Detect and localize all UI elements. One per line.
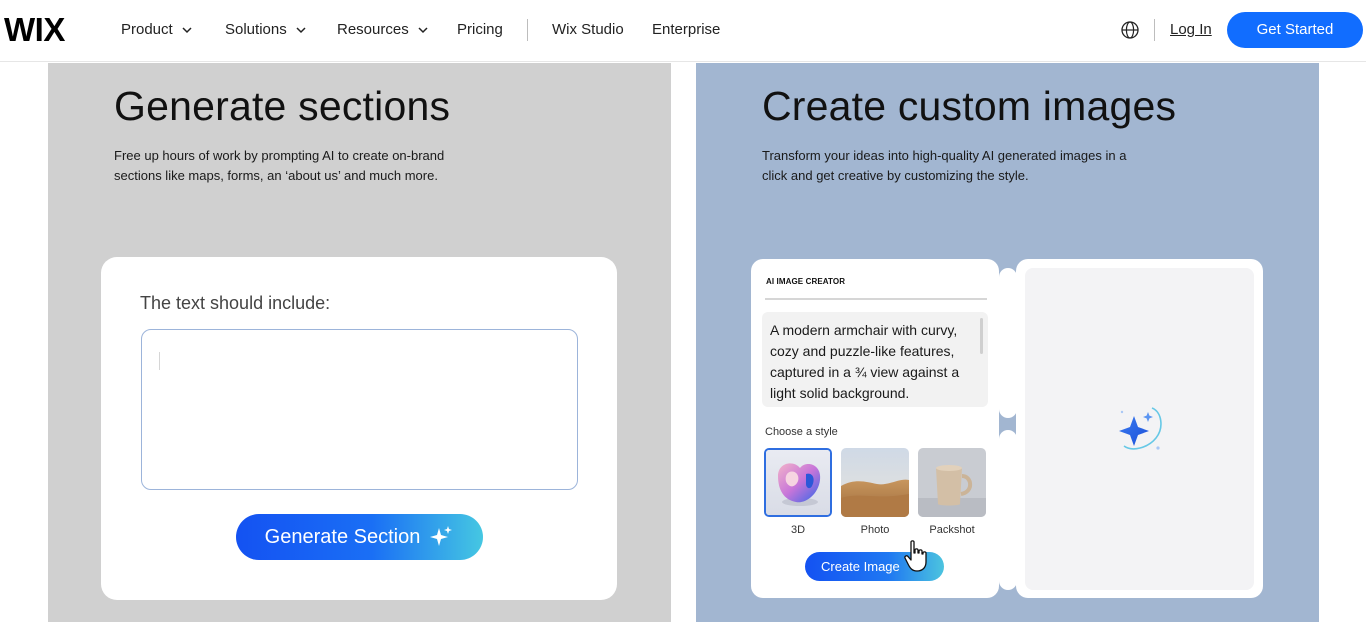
hand-cursor-icon	[904, 540, 927, 572]
nav-divider	[1154, 19, 1155, 41]
style-caption-packshot: Packshot	[929, 524, 975, 536]
nav-item-label: Resources	[337, 21, 409, 38]
photo-thumbnail-image	[841, 448, 909, 517]
generate-sections-description: Free up hours of work by prompting AI to…	[114, 148, 445, 183]
chevron-down-icon	[296, 27, 306, 34]
nav-divider	[527, 19, 528, 41]
nav-item-product[interactable]: Product	[121, 20, 193, 40]
style-option-3d[interactable]	[764, 448, 832, 517]
3d-thumbnail-image	[766, 450, 830, 515]
style-option-packshot[interactable]	[918, 448, 986, 517]
card-connector	[999, 268, 1017, 418]
ai-image-creator-title: AI IMAGE CREATOR	[766, 277, 846, 286]
nav-item-solutions[interactable]: Solutions	[225, 20, 307, 40]
chevron-down-icon	[182, 27, 192, 34]
wix-logo[interactable]: WIX	[4, 13, 65, 47]
style-caption-3d: 3D	[790, 524, 806, 536]
choose-style-label: Choose a style	[765, 426, 838, 438]
text-caret	[159, 352, 160, 370]
nav-item-pricing[interactable]: Pricing	[457, 20, 503, 40]
packshot-thumbnail-image	[918, 448, 986, 517]
create-images-description: Transform your ideas into high-quality A…	[762, 148, 1127, 183]
nav-item-resources[interactable]: Resources	[337, 20, 429, 40]
nav-item-wix-studio[interactable]: Wix Studio	[552, 20, 624, 40]
nav-item-label: Wix Studio	[552, 21, 624, 38]
nav-item-label: Solutions	[225, 21, 287, 38]
text-include-label: The text should include:	[140, 293, 331, 313]
style-caption-photo: Photo	[860, 524, 890, 536]
divider	[765, 298, 987, 300]
generate-section-label: Generate Section	[264, 525, 421, 548]
sparkle-icon	[430, 526, 453, 546]
card-connector	[999, 430, 1017, 590]
nav-item-enterprise[interactable]: Enterprise	[652, 20, 720, 40]
login-link[interactable]: Log In	[1170, 20, 1212, 40]
get-started-button[interactable]: Get Started	[1227, 12, 1363, 48]
ai-sparkle-icon	[1119, 407, 1162, 450]
chevron-down-icon	[418, 27, 428, 34]
nav-item-label: Enterprise	[652, 21, 721, 38]
top-navigation: WIX Product Solutions Resources Pricing …	[0, 0, 1366, 62]
nav-item-label: Product	[121, 21, 173, 38]
prompt-scrollbar[interactable]	[980, 318, 983, 354]
section-text-input[interactable]	[141, 329, 578, 490]
generate-sections-title: Generate sections	[114, 83, 451, 129]
nav-item-label: Pricing	[457, 21, 503, 38]
globe-icon[interactable]	[1120, 20, 1140, 40]
create-images-title: Create custom images	[762, 83, 1177, 129]
prompt-text: A modern armchair with curvy, cozy and p…	[770, 322, 960, 401]
generate-section-button[interactable]: Generate Section	[236, 514, 483, 560]
style-option-photo[interactable]	[841, 448, 909, 517]
